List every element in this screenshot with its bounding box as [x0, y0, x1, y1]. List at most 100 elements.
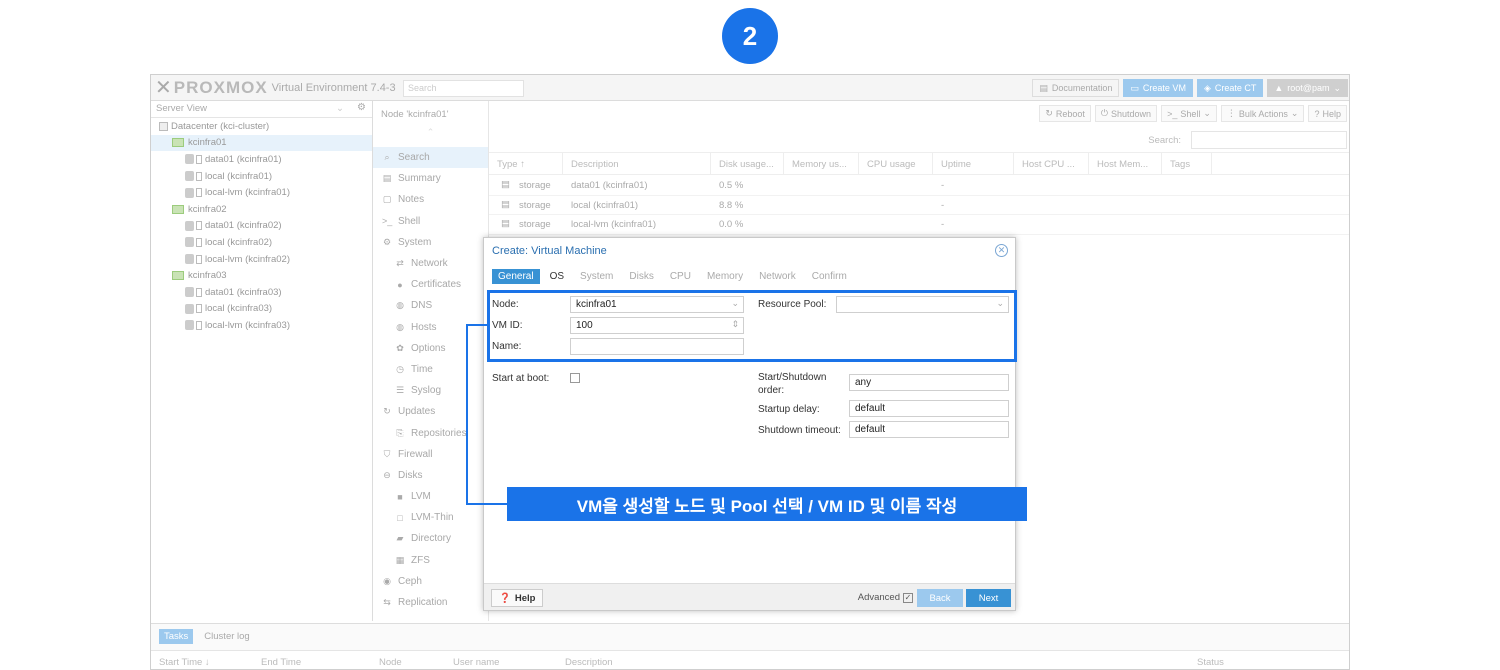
nav-item-dns[interactable]: ◍ DNS	[373, 295, 488, 316]
create-vm-button[interactable]: ▭ Create VM	[1123, 79, 1193, 97]
nav-item-shell[interactable]: >_ Shell	[373, 211, 488, 232]
nav-item-certificates[interactable]: ● Certificates	[373, 274, 488, 295]
shell-button[interactable]: >_ Shell ⌄	[1161, 105, 1217, 122]
advanced-checkbox[interactable]: ✓	[903, 592, 913, 603]
bulk-actions-button[interactable]: ⋮ Bulk Actions ⌄	[1220, 105, 1305, 122]
start-at-boot-checkbox[interactable]	[570, 373, 580, 383]
ceph-icon: ◉	[383, 575, 391, 586]
column-header[interactable]: Memory us...	[784, 153, 859, 174]
column-header[interactable]: Host Mem...	[1089, 153, 1162, 174]
tree-item-datacenter[interactable]: Datacenter (kci-cluster)	[151, 118, 372, 135]
tree-item-label: local-lvm (kcinfra03)	[205, 319, 290, 331]
back-button[interactable]: Back	[917, 589, 963, 607]
next-button[interactable]: Next	[966, 589, 1011, 607]
column-header[interactable]: Uptime	[933, 153, 1014, 174]
nav-item-lvm-thin[interactable]: □ LVM-Thin	[373, 507, 488, 528]
tree-item-node[interactable]: kcinfra01	[151, 134, 372, 152]
nav-item-options[interactable]: ✿ Options	[373, 338, 488, 359]
dialog-tab-disks[interactable]: Disks	[623, 269, 659, 284]
nav-item-syslog[interactable]: ☰ Syslog	[373, 380, 488, 401]
dialog-tab-cpu[interactable]: CPU	[664, 269, 697, 284]
tab-tasks[interactable]: Tasks	[159, 628, 194, 644]
grid-search-row: Search:	[489, 127, 1349, 153]
files-icon: ⎘	[396, 427, 404, 438]
reboot-button[interactable]: ↻ Reboot	[1039, 105, 1091, 122]
nav-item-ceph[interactable]: ◉ Ceph	[373, 571, 488, 592]
column-header[interactable]: Host CPU ...	[1014, 153, 1089, 174]
resource-tree: Server View ⌄ ⚙ Datacenter (kci-cluster)…	[151, 101, 373, 621]
nav-item-directory[interactable]: ▰ Directory	[373, 528, 488, 549]
column-header[interactable]: Type ↑	[489, 153, 563, 174]
nav-item-firewall[interactable]: ⛉ Firewall	[373, 444, 488, 465]
dialog-tab-memory[interactable]: Memory	[701, 269, 749, 284]
dialog-tab-general[interactable]: General	[492, 268, 540, 284]
tree-item-storage[interactable]: data01 (kcinfra03)	[151, 284, 372, 301]
gear-icon[interactable]: ⚙	[357, 102, 366, 113]
task-column-header[interactable]: User name	[453, 657, 499, 668]
task-column-header[interactable]: Node	[379, 657, 402, 668]
advanced-toggle[interactable]: Advanced ✓	[858, 592, 913, 603]
dialog-tab-confirm[interactable]: Confirm	[806, 269, 853, 284]
shutdown-timeout-input[interactable]: default	[849, 421, 1009, 438]
table-row[interactable]: ▤ storage local (kcinfra01) 8.8 % -	[489, 196, 1349, 215]
nav-item-search[interactable]: ⌕ Search	[373, 147, 488, 169]
tree-item-storage[interactable]: local-lvm (kcinfra02)	[151, 251, 372, 268]
column-header[interactable]: CPU usage	[859, 153, 933, 174]
nav-item-network[interactable]: ⇄ Network	[373, 253, 488, 274]
nav-item-system[interactable]: ⚙ System	[373, 232, 488, 253]
help-button[interactable]: ? Help	[1308, 105, 1347, 122]
nav-item-repositories[interactable]: ⎘ Repositories	[373, 422, 488, 443]
grid-search-label: Search:	[1148, 135, 1181, 146]
dialog-tab-system[interactable]: System	[574, 269, 619, 284]
nav-item-hosts[interactable]: ◍ Hosts	[373, 317, 488, 338]
task-column-header[interactable]: Status	[1197, 657, 1224, 668]
note-icon: ▢	[382, 194, 392, 205]
nav-item-zfs[interactable]: ▦ ZFS	[373, 550, 488, 571]
column-header[interactable]: Description	[563, 153, 711, 174]
tree-item-label: local-lvm (kcinfra02)	[205, 253, 290, 265]
node-nav-menu: ⌃ ⌕ Search ▤ Summary ▢ Notes >_ Shell ⚙ System ⇄ Ne…	[373, 101, 489, 621]
database-icon	[185, 220, 194, 231]
scroll-up-icon[interactable]: ⌃	[373, 127, 488, 147]
dialog-title: Create: Virtual Machine ✕	[484, 238, 1015, 265]
user-menu-button[interactable]: ▲ root@pam ⌄	[1267, 79, 1348, 97]
tree-item-storage[interactable]: local (kcinfra02)	[151, 234, 372, 251]
nav-item-time[interactable]: ◷ Time	[373, 359, 488, 380]
database-icon: ▤	[501, 198, 510, 210]
table-row[interactable]: ▤ storage data01 (kcinfra01) 0.5 % -	[489, 176, 1349, 196]
global-search-input[interactable]: Search	[403, 80, 524, 97]
dialog-help-button[interactable]: ❓ Help	[491, 589, 544, 607]
nav-item-updates[interactable]: ↻ Updates	[373, 401, 488, 422]
tree-item-storage[interactable]: data01 (kcinfra01)	[151, 151, 372, 168]
nav-item-replication[interactable]: ⇆ Replication	[373, 592, 488, 613]
hdd-icon: ⊖	[383, 469, 391, 480]
start-shutdown-order-input[interactable]: any	[849, 374, 1009, 391]
server-view-select[interactable]: Server View ⌄ ⚙	[151, 101, 372, 118]
column-header[interactable]: Disk usage...	[711, 153, 784, 174]
nav-item-disks[interactable]: ⊖ Disks	[373, 465, 488, 486]
nav-item-notes[interactable]: ▢ Notes	[373, 189, 488, 210]
nav-item-summary[interactable]: ▤ Summary	[373, 168, 488, 189]
documentation-button[interactable]: ▤ Documentation	[1032, 79, 1120, 97]
table-row[interactable]: ▤ storage local-lvm (kcinfra01) 0.0 % -	[489, 215, 1349, 235]
tree-item-node[interactable]: kcinfra02	[151, 201, 372, 218]
dialog-tab-os[interactable]: OS	[544, 269, 570, 284]
tree-item-storage[interactable]: local (kcinfra03)	[151, 301, 372, 318]
tree-item-storage[interactable]: local (kcinfra01)	[151, 168, 372, 185]
create-ct-button[interactable]: ◈ Create CT	[1196, 79, 1264, 97]
storage-icon	[196, 287, 202, 297]
task-column-header[interactable]: End Time	[261, 657, 301, 668]
dialog-tab-network[interactable]: Network	[753, 269, 802, 284]
task-column-header[interactable]: Description	[565, 657, 613, 668]
close-icon[interactable]: ✕	[995, 244, 1008, 257]
tree-item-storage[interactable]: local-lvm (kcinfra03)	[151, 317, 372, 334]
grid-search-input[interactable]	[1191, 131, 1347, 149]
tree-item-storage[interactable]: local-lvm (kcinfra01)	[151, 184, 372, 201]
startup-delay-input[interactable]: default	[849, 400, 1009, 417]
tree-item-storage[interactable]: data01 (kcinfra02)	[151, 218, 372, 235]
column-header[interactable]: Tags	[1162, 153, 1212, 174]
task-column-header[interactable]: Start Time ↓	[159, 657, 210, 668]
tab-cluster-log[interactable]: Cluster log	[199, 629, 254, 644]
tree-item-node[interactable]: kcinfra03	[151, 267, 372, 284]
shutdown-button[interactable]: ⏻ Shutdown	[1094, 105, 1158, 122]
